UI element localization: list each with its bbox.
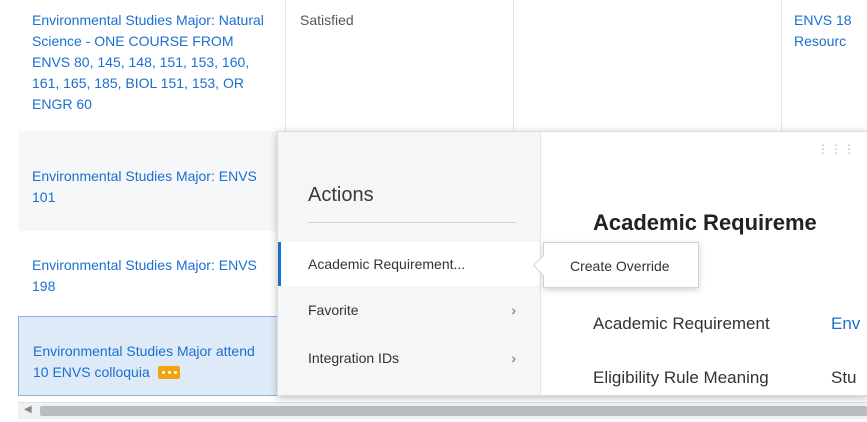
table-row: Environmental Studies Major: Natural Sci… (18, 0, 867, 132)
course-cell: ENVS 18 Resourc (781, 0, 867, 131)
ellipsis-icon[interactable] (157, 366, 180, 380)
course-sub-link[interactable]: Resourc (794, 31, 867, 52)
create-override-item[interactable]: Create Override (570, 258, 670, 274)
field-value: Stu (831, 368, 857, 387)
status-cell: Satisfied (286, 0, 513, 131)
menu-item-academic-requirement[interactable]: Academic Requirement... (278, 242, 540, 286)
field-value-link[interactable]: Env (831, 314, 860, 334)
menu-item-label: Integration IDs (308, 350, 400, 366)
menu-item-label: Academic Requirement... (308, 256, 466, 272)
empty-cell (513, 0, 781, 131)
chevron-right-icon: › (511, 302, 516, 318)
menu-item-favorite[interactable]: Favorite › (278, 288, 540, 332)
divider (308, 222, 516, 223)
detail-title: Academic Requireme (593, 210, 817, 235)
course-link[interactable]: ENVS 18 (794, 10, 867, 31)
create-override-flyout: Create Override (532, 242, 699, 288)
requirement-link[interactable]: Environmental Studies Major: ENVS 198 (32, 257, 257, 294)
horizontal-scrollbar[interactable]: ◀ (18, 402, 867, 419)
requirement-link[interactable]: Environmental Studies Major: Natural Sci… (32, 12, 264, 112)
requirement-link[interactable]: Environmental Studies Major: ENVS 101 (32, 168, 257, 205)
drag-handle-icon[interactable]: ⋮⋮⋮ (817, 142, 856, 156)
requirement-cell: Environmental Studies Major: Natural Sci… (18, 0, 286, 131)
requirement-link[interactable]: Environmental Studies Major attend 10 EN… (33, 343, 255, 380)
actions-title: Actions (308, 184, 374, 206)
menu-item-integration-ids[interactable]: Integration IDs › (278, 336, 540, 380)
table-row-selected: Environmental Studies Major attend 10 EN… (18, 316, 280, 396)
field-label: Eligibility Rule Meaning (593, 368, 769, 387)
chevron-right-icon: › (511, 350, 516, 366)
menu-item-label: Favorite (308, 302, 359, 318)
actions-pane: Actions Academic Requirement... Favorite… (278, 132, 541, 395)
scrollbar-thumb[interactable] (40, 406, 867, 416)
scroll-left-arrow-icon[interactable]: ◀ (24, 404, 32, 415)
field-label: Academic Requirement (593, 314, 770, 333)
status-text: Satisfied (300, 12, 354, 28)
